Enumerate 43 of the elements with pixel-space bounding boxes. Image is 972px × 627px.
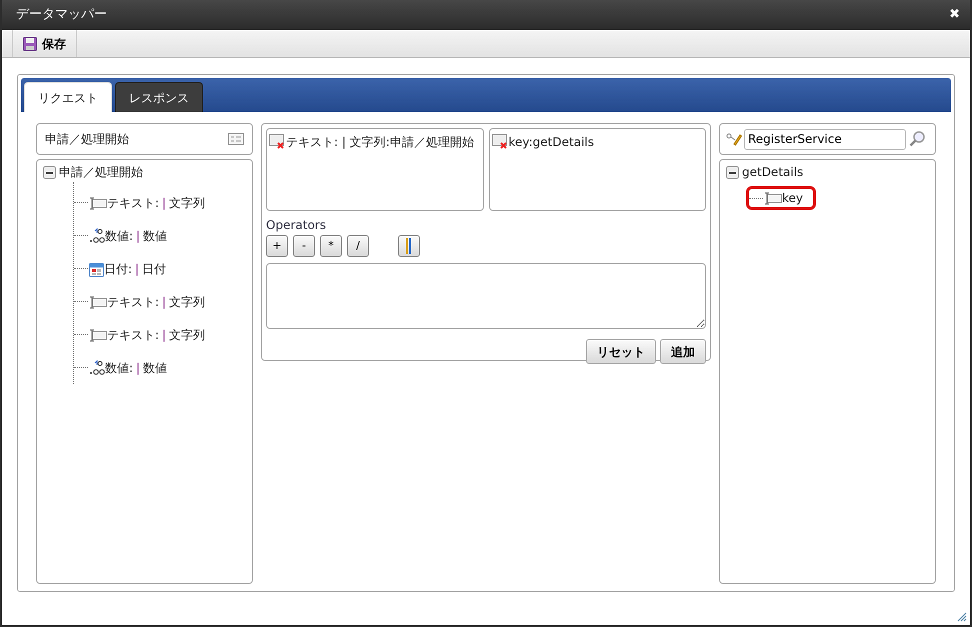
tree-leaf[interactable]: 日付: | 日付 <box>104 260 166 278</box>
operator-button[interactable]: - <box>293 235 315 257</box>
calendar-icon <box>89 260 104 276</box>
broken-image-icon <box>269 133 285 149</box>
mapped-item: テキスト: | 文字列:申請／処理開始 <box>286 134 474 151</box>
operator-button[interactable] <box>398 235 420 257</box>
tree-leaf[interactable]: 数値: | 数値 <box>105 358 168 376</box>
broken-image-icon <box>492 133 508 149</box>
decimal-icon <box>89 360 105 376</box>
resize-grip-icon <box>957 612 967 622</box>
text-field-icon <box>764 191 782 205</box>
tree-leaf[interactable]: key <box>746 186 816 210</box>
card-icon <box>228 133 244 145</box>
tab[interactable]: リクエスト <box>24 82 112 112</box>
tree-node[interactable]: 申請／処理開始 <box>59 163 143 181</box>
text-field-icon <box>89 196 107 210</box>
mapped-item: key:getDetails <box>508 134 594 151</box>
operator-button[interactable]: * <box>320 235 342 257</box>
operators-label: Operators <box>266 217 327 234</box>
window-title: データマッパー <box>16 6 107 24</box>
collapse-icon[interactable] <box>43 166 56 178</box>
tree-leaf[interactable]: テキスト: | 文字列 <box>107 292 206 310</box>
search-icon[interactable] <box>908 130 926 148</box>
tree-leaf[interactable]: 数値: | 数値 <box>105 226 168 244</box>
decimal-icon <box>89 228 105 244</box>
expression-field[interactable] <box>266 263 706 329</box>
save-button[interactable]: 保存 <box>12 30 77 57</box>
tree-node[interactable]: getDetails <box>742 163 804 181</box>
key-pencil-icon <box>726 132 742 146</box>
tree-leaf[interactable]: テキスト: | 文字列 <box>107 326 206 344</box>
text-field-icon <box>89 328 107 342</box>
reset-button[interactable]: リセット <box>586 339 656 364</box>
collapse-icon[interactable] <box>726 166 739 178</box>
panel-title: 申請／処理開始 <box>45 131 129 148</box>
operator-button[interactable]: / <box>347 235 369 257</box>
tab[interactable]: レスポンス <box>115 82 203 112</box>
double-bar-icon <box>406 238 412 254</box>
tree-leaf[interactable]: テキスト: | 文字列 <box>107 194 206 212</box>
close-button[interactable]: ✖ <box>949 5 960 25</box>
text-field-icon <box>89 294 107 308</box>
operator-button[interactable]: + <box>266 235 288 257</box>
search-field[interactable]: RegisterService <box>744 128 906 150</box>
add-button[interactable]: 追加 <box>660 339 706 364</box>
